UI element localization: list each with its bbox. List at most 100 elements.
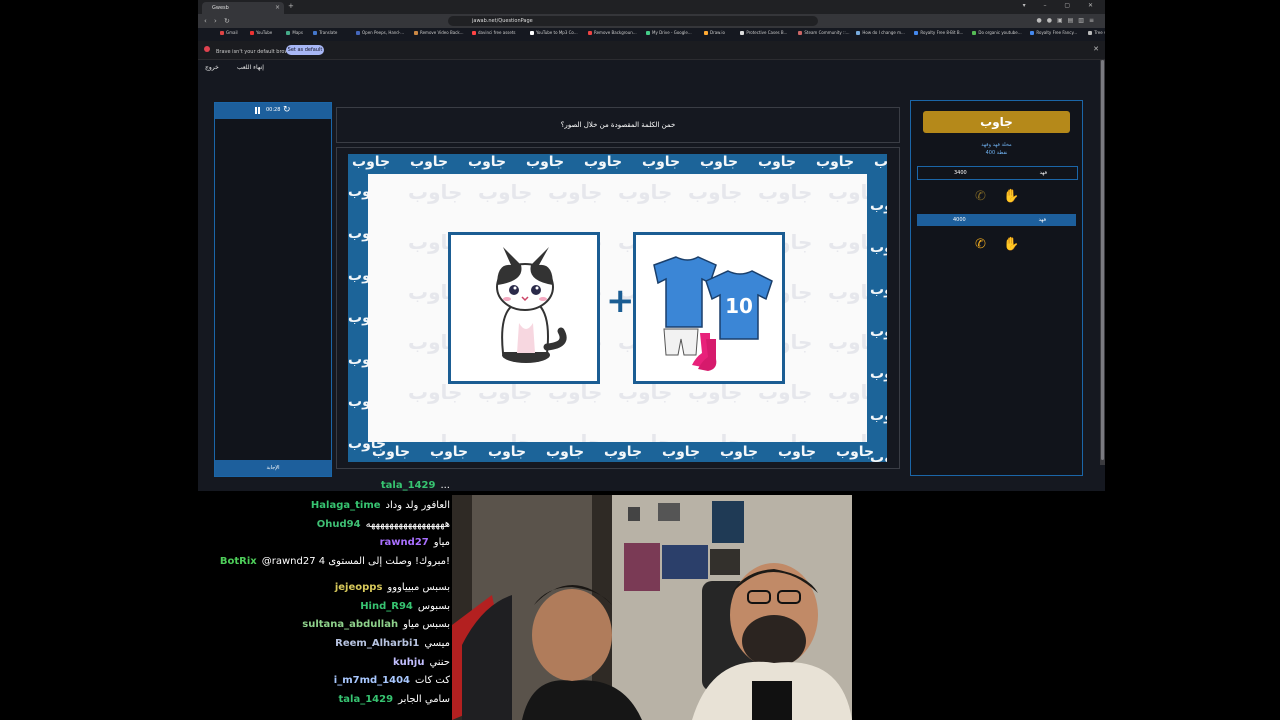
answer-button[interactable]: الإجابة — [215, 460, 331, 476]
watermark-logo: جاوب — [758, 430, 813, 442]
chat-text: العافور ولد وداد — [385, 500, 450, 511]
chat-username[interactable]: Hind_R94 — [360, 601, 413, 612]
page-scrollbar[interactable] — [1100, 60, 1105, 465]
bookmark-item[interactable]: YouTube to Mp3 Co... — [530, 30, 578, 35]
chat-text: كت كات — [415, 675, 450, 687]
chat-username[interactable]: Halaga_time — [311, 500, 381, 511]
bookmark-label: Remove Video Back... — [420, 30, 464, 35]
chat-username[interactable]: tala_1429 — [339, 694, 394, 705]
chat-message: kuhju حنني — [393, 657, 450, 669]
bookmark-item[interactable]: My Drive - Google... — [646, 30, 692, 35]
bookmark-item[interactable]: Open Peeps, Hand-... — [356, 30, 404, 35]
brave-icon — [204, 46, 210, 52]
bookmark-icon — [313, 31, 318, 35]
bookmark-item[interactable]: Royalty Free 8-Bit B... — [914, 30, 963, 35]
extension-icons[interactable]: ●●▣▤▥≡ — [1036, 17, 1099, 24]
browser-tab[interactable]: Gwesb × — [202, 2, 284, 14]
team-name: فهد — [1038, 217, 1046, 223]
chat-message: Ohud94 هههههههههههههههههه — [317, 519, 450, 531]
bookmark-item[interactable]: Tree view React com... — [1088, 30, 1105, 35]
watermark-logo: جاوب — [468, 154, 507, 170]
bookmark-item[interactable]: Remove Backgroun... — [588, 30, 637, 35]
call-friend-icon[interactable]: ✆ — [975, 189, 986, 205]
watermark-logo: جاوب — [720, 444, 759, 460]
watermark-logo: جاوب — [828, 330, 867, 354]
watermark-logo: جاوب — [828, 380, 867, 404]
watermark-logo: جاوب — [700, 154, 739, 170]
chat-username[interactable]: BotRix — [220, 556, 257, 567]
bookmark-item[interactable]: Remove Video Back... — [414, 30, 464, 35]
chat-username[interactable]: i_m7md_1404 — [334, 675, 410, 686]
watermark-logo: جاوب — [372, 444, 411, 460]
infobar-close-icon[interactable]: ✕ — [1093, 45, 1099, 53]
bookmark-item[interactable]: Protective Cases B... — [740, 30, 787, 35]
raise-hand-icon[interactable]: ✋ — [1003, 237, 1019, 253]
tab-title: Gwesb — [212, 5, 229, 11]
chat-username[interactable]: rawnd27 — [380, 537, 429, 548]
stream-chat: tala_1429... Halaga_time العافور ولد وداد O… — [200, 480, 450, 720]
turn-team-text: مخلة فهد وفهد — [981, 142, 1012, 148]
bookmark-item[interactable]: Maps — [286, 30, 303, 35]
new-tab-icon[interactable]: + — [288, 2, 294, 10]
bookmark-icon — [250, 31, 254, 35]
set-default-button[interactable]: Set as default — [286, 45, 324, 55]
bookmark-item[interactable]: davinci free assets — [472, 30, 515, 35]
bookmark-icon — [1088, 31, 1093, 35]
chat-text: مياو — [433, 537, 450, 549]
chat-message: tala_1429... — [381, 480, 450, 492]
reset-timer-icon[interactable]: ↻ — [283, 105, 291, 115]
call-friend-icon[interactable]: ✆ — [975, 237, 986, 253]
watermark-logo: جاوب — [688, 180, 743, 204]
bookmark-label: Remove Backgroun... — [594, 30, 637, 35]
bookmark-item[interactable]: Do organic youtube... — [972, 30, 1022, 35]
bookmark-item[interactable]: Steam Community ::... — [798, 30, 850, 35]
bookmark-icon — [588, 31, 592, 35]
chat-username[interactable]: Ohud94 — [317, 519, 361, 530]
watermark-logo: جاوب — [688, 430, 743, 442]
browser-window: Gwesb × + ▾ – ▢ ✕ ‹ › ↻ jawab.net/Questi… — [198, 0, 1105, 491]
pause-icon[interactable] — [255, 107, 260, 114]
bookmark-icon — [914, 31, 919, 35]
watermark-logo: جاوب — [642, 154, 681, 170]
watermark-logo: جاوب — [478, 430, 533, 442]
chat-username[interactable]: kuhju — [393, 657, 424, 668]
scoreboard-panel: جاوب مخلة فهد وفهد 400 نقطة 3400 فهد ✆ ✋… — [910, 100, 1083, 476]
turn-info: مخلة فهد وفهد 400 نقطة — [911, 141, 1082, 157]
end-game-link[interactable]: إنهاء اللعب — [237, 64, 264, 71]
timer-panel: 00:28 ↻ الإجابة — [214, 102, 332, 477]
raise-hand-icon[interactable]: ✋ — [1003, 189, 1019, 205]
chat-username[interactable]: Reem_Alharbi1 — [335, 638, 419, 649]
watermark-logo: جاوب — [548, 430, 603, 442]
bookmark-item[interactable]: Translate — [313, 30, 337, 35]
watermark-logo: جاوب — [828, 280, 867, 304]
bookmark-item[interactable]: Royalty Free Fancy... — [1030, 30, 1077, 35]
bookmark-item[interactable]: YouTube — [250, 30, 272, 35]
chat-username[interactable]: jejeopps — [335, 582, 383, 593]
reload-icon[interactable]: ↻ — [224, 17, 230, 25]
bookmark-label: Tree view React com... — [1094, 30, 1105, 35]
watermark-logo: جاوب — [618, 180, 673, 204]
chat-message: Reem_Alharbi1 ميسي — [335, 638, 450, 650]
bookmark-icon — [798, 31, 803, 35]
question-text: خمن الكلمة المقصودة من خلال الصور؟ — [336, 107, 900, 143]
watermark-logo: جاوب — [836, 444, 875, 460]
address-bar-row: ‹ › ↻ jawab.net/QuestionPage ●●▣▤▥≡ — [198, 14, 1105, 28]
watermark-logo: جاوب — [662, 444, 701, 460]
bookmark-item[interactable]: Draw.io — [704, 30, 725, 35]
url-field[interactable]: jawab.net/QuestionPage — [448, 16, 818, 26]
back-icon[interactable]: ‹ — [204, 17, 207, 25]
tab-close-icon[interactable]: × — [275, 2, 280, 14]
bookmark-label: Translate — [319, 30, 338, 35]
bookmark-item[interactable]: Gmail — [220, 30, 238, 35]
chat-username[interactable]: tala_1429 — [381, 480, 436, 491]
bookmark-item[interactable]: How do I change m... — [856, 30, 905, 35]
bookmark-label: Royalty Free 8-Bit B... — [920, 30, 964, 35]
bookmark-label: Royalty Free Fancy... — [1036, 30, 1078, 35]
chat-text: حنني — [429, 656, 450, 668]
chat-username[interactable]: sultana_abdullah — [302, 619, 398, 630]
forward-icon[interactable]: › — [214, 17, 217, 25]
watermark-logo: جاوب — [478, 180, 533, 204]
window-controls[interactable]: ▾ – ▢ ✕ — [1023, 2, 1101, 9]
exit-link[interactable]: خروج — [205, 64, 219, 71]
bookmark-label: Gmail — [226, 30, 238, 35]
